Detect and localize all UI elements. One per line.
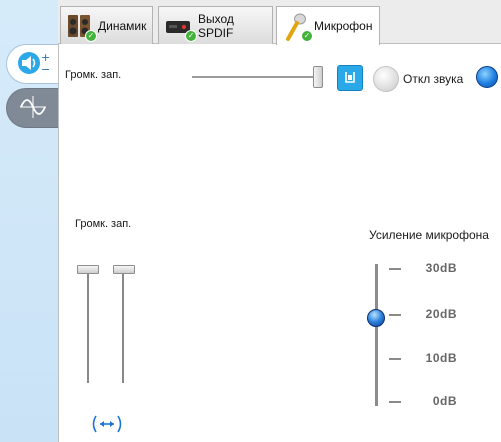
microphone-icon: ✓ xyxy=(283,12,313,42)
tick-10db xyxy=(389,358,401,360)
tick-label-20db: 20dB xyxy=(425,307,457,321)
svg-text:−: − xyxy=(41,63,50,76)
sidebar-item-volume[interactable]: + − xyxy=(6,44,58,84)
mute-indicator-button[interactable] xyxy=(476,66,498,88)
sidebar-item-effects[interactable] xyxy=(6,88,58,128)
tab-speakers[interactable]: ✓ Динамик xyxy=(60,6,153,44)
waveform-icon xyxy=(16,94,50,123)
record-volume-label: Громк. зап. xyxy=(65,69,122,81)
channel-lock-button[interactable] xyxy=(337,65,363,91)
mic-boost-slider[interactable] xyxy=(367,309,385,327)
speakers-icon: ✓ xyxy=(67,12,97,42)
tick-label-0db: 0dB xyxy=(432,394,457,408)
status-ok-icon: ✓ xyxy=(301,30,313,42)
spdif-device-icon: ✓ xyxy=(165,12,197,42)
tick-label-10db: 10dB xyxy=(425,351,457,365)
mute-label: Откл звука xyxy=(403,72,464,86)
device-tabs: ✓ Динамик ✓ Выход SPDIF ✓ Микрофон xyxy=(58,0,501,45)
status-ok-icon: ✓ xyxy=(85,29,97,42)
tick-20db xyxy=(389,314,401,316)
link-channels-icon xyxy=(89,413,125,439)
tick-label-30db: 30dB xyxy=(425,261,457,275)
lock-icon xyxy=(342,69,358,88)
volume-adjust-icon: + − xyxy=(16,50,50,79)
tab-label: Выход SPDIF xyxy=(198,11,234,40)
left-channel-track[interactable] xyxy=(87,267,89,383)
record-volume-track[interactable] xyxy=(192,76,323,78)
microphone-panel: Громк. зап. Откл звука Громк. зап. Усиле… xyxy=(58,44,501,442)
tick-30db xyxy=(389,268,401,270)
left-channel-slider[interactable] xyxy=(77,265,99,274)
tab-label: Микрофон xyxy=(314,19,373,33)
mute-toggle[interactable] xyxy=(373,66,399,92)
channel-volume-label: Громк. зап. xyxy=(75,218,132,230)
tab-microphone[interactable]: ✓ Микрофон xyxy=(276,6,380,45)
sidebar: + − xyxy=(0,0,58,442)
tab-spdif-out[interactable]: ✓ Выход SPDIF xyxy=(158,6,273,44)
tab-label: Динамик xyxy=(98,18,147,33)
link-channels-button[interactable] xyxy=(89,414,125,438)
mic-boost-track[interactable] xyxy=(375,264,378,406)
record-volume-slider[interactable] xyxy=(313,66,323,88)
tick-0db xyxy=(389,401,401,403)
mic-boost-label: Усиление микрофона xyxy=(369,228,489,242)
right-channel-slider[interactable] xyxy=(113,265,135,274)
status-ok-icon: ✓ xyxy=(185,29,197,42)
right-channel-track[interactable] xyxy=(122,267,124,383)
